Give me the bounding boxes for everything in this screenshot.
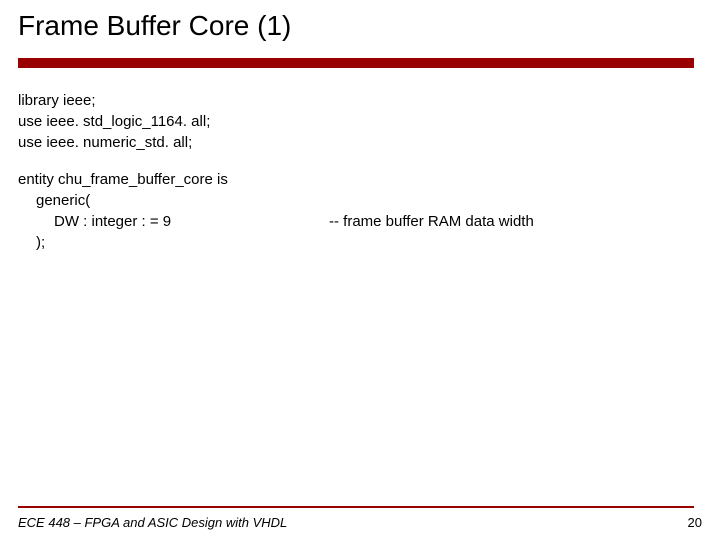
page-number: 20 — [688, 515, 702, 530]
footer-divider — [18, 506, 694, 508]
code-line: generic( — [18, 190, 702, 211]
footer-course: ECE 448 – FPGA and ASIC Design with VHDL — [18, 515, 287, 530]
code-line: entity chu_frame_buffer_core is — [18, 169, 702, 190]
title-underline — [18, 58, 694, 68]
code-comment: -- frame buffer RAM data width — [329, 211, 534, 232]
blank-line — [18, 153, 702, 169]
code-line: use ieee. std_logic_1164. all; — [18, 111, 702, 132]
code-line: ); — [18, 232, 702, 253]
code-text: DW : integer : = 9 — [54, 211, 329, 232]
code-line: DW : integer : = 9 -- frame buffer RAM d… — [18, 211, 702, 232]
code-block: library ieee; use ieee. std_logic_1164. … — [18, 90, 702, 253]
slide: Frame Buffer Core (1) library ieee; use … — [0, 0, 720, 540]
slide-title: Frame Buffer Core (1) — [18, 10, 291, 42]
code-line: library ieee; — [18, 90, 702, 111]
code-line: use ieee. numeric_std. all; — [18, 132, 702, 153]
